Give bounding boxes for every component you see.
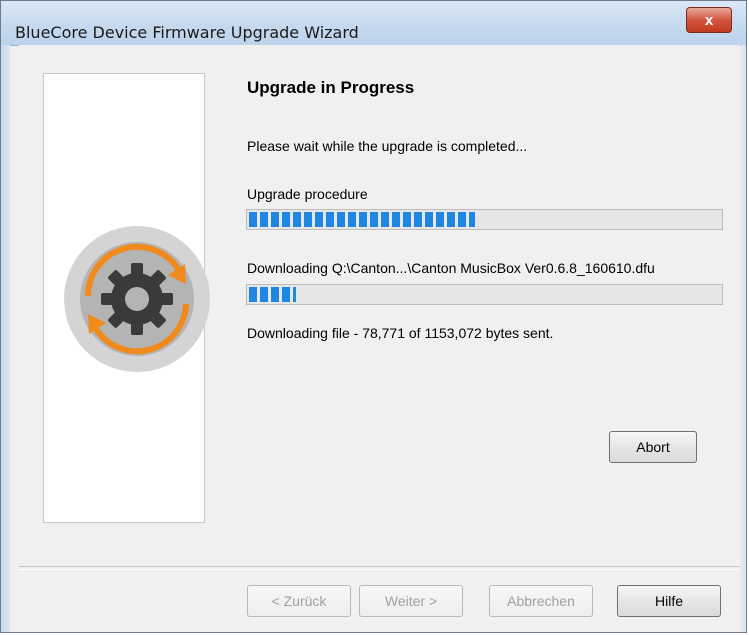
close-icon: x <box>704 11 714 29</box>
procedure-progress-bar <box>246 209 723 230</box>
help-button[interactable]: Hilfe <box>617 585 721 617</box>
wizard-side-panel <box>43 73 210 523</box>
download-progress-fill <box>249 287 296 302</box>
close-button[interactable]: x <box>686 7 732 33</box>
wizard-window: BlueCore Device Firmware Upgrade Wizard … <box>0 0 747 633</box>
footer-separator <box>19 566 740 570</box>
window-title: BlueCore Device Firmware Upgrade Wizard <box>15 23 359 42</box>
wizard-client-area: Upgrade in Progress Please wait while th… <box>19 45 740 632</box>
help-button-label: Hilfe <box>654 593 683 609</box>
wait-message: Please wait while the upgrade is complet… <box>247 138 528 154</box>
back-button-label: < Zurück <box>271 593 327 609</box>
page-heading: Upgrade in Progress <box>247 78 415 97</box>
download-label: Downloading Q:\Canton...\Canton MusicBox… <box>247 260 655 276</box>
cancel-button-label: Abbrechen <box>507 593 575 609</box>
window-frame-right <box>741 45 746 632</box>
window-frame-left <box>1 45 10 632</box>
back-button[interactable]: < Zurück <box>247 585 351 617</box>
cancel-button[interactable]: Abbrechen <box>489 585 593 617</box>
download-progress-bar <box>246 284 723 305</box>
gear-refresh-icon <box>62 224 212 374</box>
procedure-progress-fill <box>249 212 475 227</box>
title-bar[interactable]: BlueCore Device Firmware Upgrade Wizard … <box>1 1 746 46</box>
abort-button-label: Abort <box>636 439 670 455</box>
next-button-label: Weiter > <box>384 593 438 609</box>
procedure-label: Upgrade procedure <box>247 186 368 202</box>
next-button[interactable]: Weiter > <box>359 585 463 617</box>
abort-button[interactable]: Abort <box>609 431 697 463</box>
transfer-status: Downloading file - 78,771 of 1153,072 by… <box>247 325 554 341</box>
